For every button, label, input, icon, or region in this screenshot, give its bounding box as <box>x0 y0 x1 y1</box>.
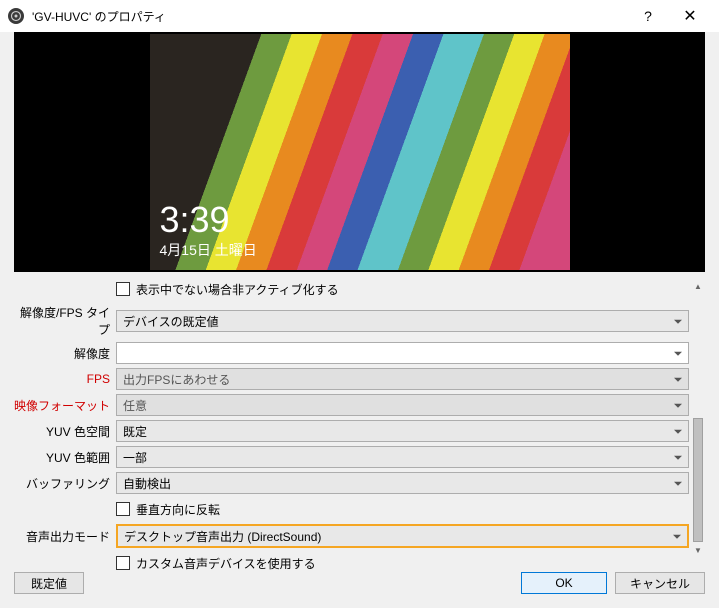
scroll-down-icon[interactable]: ▼ <box>691 542 705 558</box>
help-icon[interactable]: ? <box>627 0 669 32</box>
preview-area: 3:39 4月15日 土曜日 <box>14 32 705 272</box>
deactive-checkbox[interactable] <box>116 282 130 296</box>
scroll-track[interactable] <box>691 294 705 542</box>
audio-mode-label: 音声出力モード <box>14 528 116 545</box>
app-icon <box>8 8 24 24</box>
scroll-thumb[interactable] <box>693 418 703 542</box>
preview-date: 4月15日 土曜日 <box>160 240 257 260</box>
defaults-button[interactable]: 既定値 <box>14 572 84 594</box>
fps-select[interactable]: 出力FPSにあわせる <box>116 368 689 390</box>
button-bar: 既定値 OK キャンセル <box>14 572 705 594</box>
ok-button[interactable]: OK <box>521 572 607 594</box>
yuv-range-label: YUV 色範囲 <box>14 449 116 466</box>
preview-image: 3:39 4月15日 土曜日 <box>150 34 570 270</box>
form-scroll-area: 表示中でない場合非アクティブ化する 解像度/FPS タイプ デバイスの既定値 解… <box>14 278 705 558</box>
close-icon[interactable]: ✕ <box>669 0 711 32</box>
resolution-type-select[interactable]: デバイスの既定値 <box>116 310 689 332</box>
resolution-label: 解像度 <box>14 345 116 362</box>
titlebar: 'GV-HUVC' のプロパティ ? ✕ <box>0 0 719 32</box>
buffering-label: バッファリング <box>14 475 116 492</box>
buffering-select[interactable]: 自動検出 <box>116 472 689 494</box>
scrollbar[interactable]: ▲ ▼ <box>691 278 705 558</box>
preview-clock: 3:39 4月15日 土曜日 <box>160 202 257 260</box>
resolution-select[interactable] <box>116 342 689 364</box>
custom-audio-checkbox[interactable] <box>116 556 130 570</box>
deactive-label: 表示中でない場合非アクティブ化する <box>136 281 339 298</box>
custom-audio-label: カスタム音声デバイスを使用する <box>136 555 316 572</box>
yuv-space-select[interactable]: 既定 <box>116 420 689 442</box>
content-area: 3:39 4月15日 土曜日 表示中でない場合非アクティブ化する 解像度/FPS… <box>0 32 719 608</box>
video-format-select[interactable]: 任意 <box>116 394 689 416</box>
yuv-space-label: YUV 色空間 <box>14 423 116 440</box>
preview-time: 3:39 <box>160 202 257 238</box>
resolution-type-label: 解像度/FPS タイプ <box>14 304 116 338</box>
flip-vert-checkbox[interactable] <box>116 502 130 516</box>
scroll-up-icon[interactable]: ▲ <box>691 278 705 294</box>
yuv-range-select[interactable]: 一部 <box>116 446 689 468</box>
cancel-button[interactable]: キャンセル <box>615 572 705 594</box>
audio-mode-select[interactable]: デスクトップ音声出力 (DirectSound) <box>116 524 689 548</box>
window-title: 'GV-HUVC' のプロパティ <box>32 8 627 25</box>
video-format-label: 映像フォーマット <box>14 397 116 414</box>
flip-vert-label: 垂直方向に反転 <box>136 501 220 518</box>
fps-label: FPS <box>14 372 116 386</box>
